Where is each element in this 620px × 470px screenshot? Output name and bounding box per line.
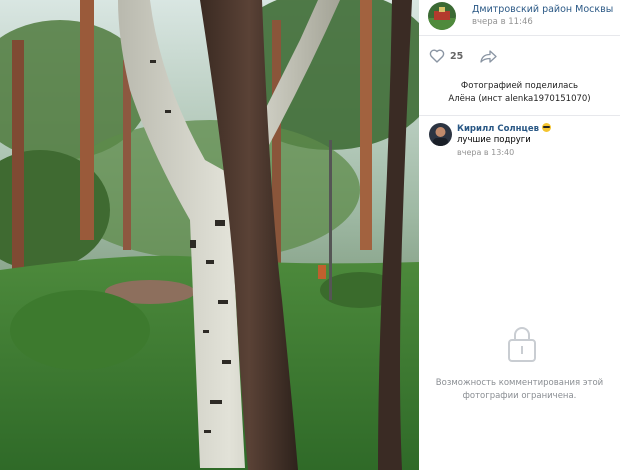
restricted-line: фотографии ограничена. [462, 391, 577, 401]
post-time[interactable]: вчера в 11:46 [472, 17, 533, 27]
comment-text: лучшие подруги [457, 135, 531, 145]
comments-restricted-notice: Возможность комментирования этой фотогра… [419, 377, 620, 403]
photo-image [0, 0, 419, 470]
photo-description: Фотографией поделилась Алёна (инст alenk… [419, 80, 620, 106]
restricted-line: Возможность комментирования этой [435, 378, 604, 388]
shared-by-line: Фотографией поделилась [460, 81, 579, 91]
share-arrow-icon [480, 49, 497, 63]
comment-time[interactable]: вчера в 13:40 [457, 148, 514, 157]
sunglasses-emoji-icon [541, 123, 551, 132]
divider [419, 115, 620, 116]
like-count: 25 [450, 50, 464, 62]
group-avatar[interactable] [428, 2, 456, 30]
lock-icon [507, 325, 537, 367]
comment-author-name: Кирилл Солнцев [457, 124, 539, 134]
photo-side-panel: Дмитровский район Москвы вчера в 11:46 2… [419, 0, 620, 470]
like-button[interactable]: 25 [429, 49, 480, 63]
group-name-link[interactable]: Дмитровский район Москвы [472, 4, 613, 15]
shared-by-author: Алёна (инст alenka1970151070) [448, 94, 591, 104]
photo[interactable] [0, 0, 419, 470]
divider [419, 35, 620, 36]
heart-icon [429, 49, 445, 63]
comment-author-link[interactable]: Кирилл Солнцев [457, 123, 551, 134]
share-button[interactable] [480, 49, 497, 63]
comment-author-avatar[interactable] [429, 123, 452, 146]
actions-bar: 25 [429, 48, 497, 64]
